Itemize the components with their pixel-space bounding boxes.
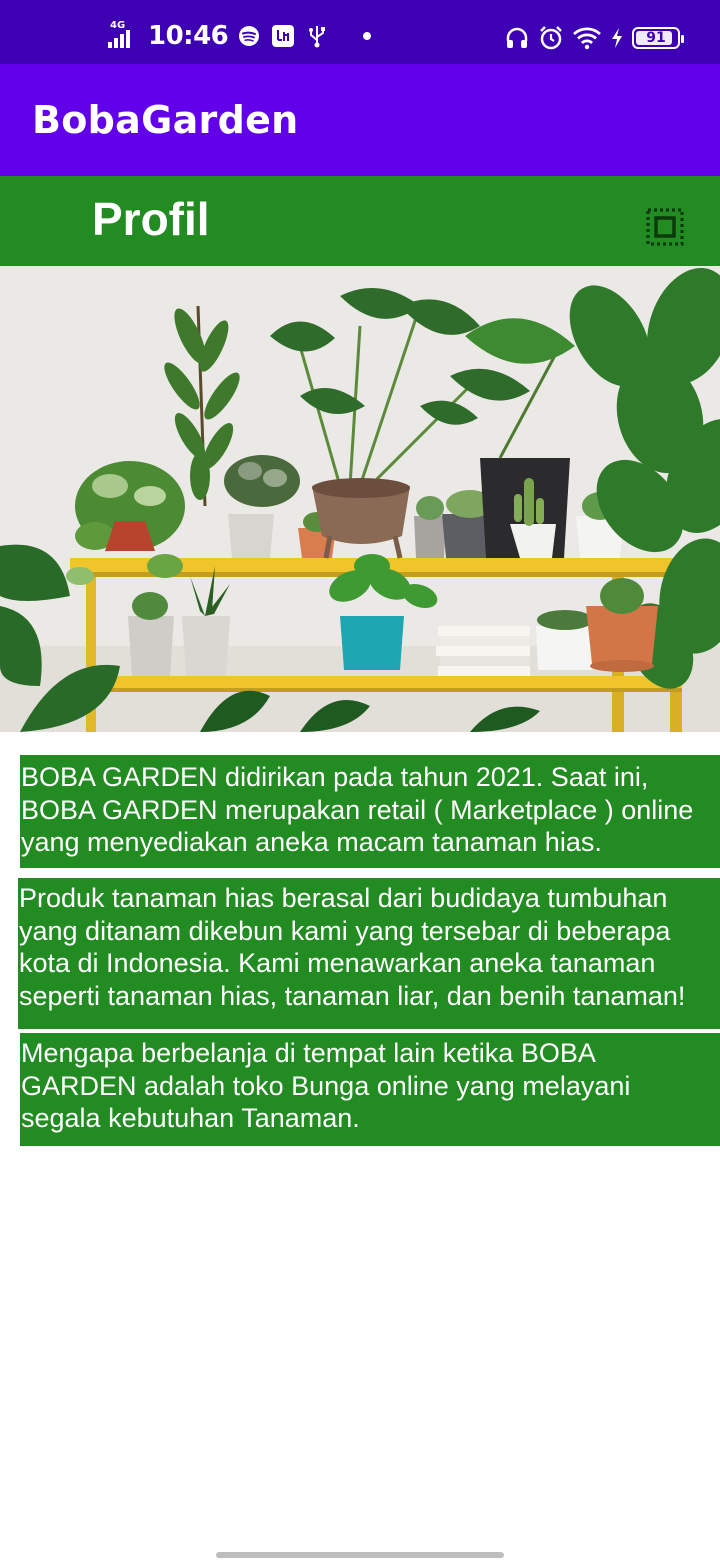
battery-percentage: 91	[646, 30, 666, 46]
battery-icon: 91	[632, 27, 684, 49]
status-time: 10:46	[148, 21, 229, 51]
charging-icon	[610, 25, 624, 51]
about-paragraph-2: Produk tanaman hias berasal dari budiday…	[18, 878, 720, 1029]
headphones-icon	[504, 25, 530, 51]
profile-header: Profil	[0, 176, 720, 266]
plants-on-shelf-photo	[0, 266, 720, 732]
select-all-button[interactable]	[644, 206, 686, 248]
alarm-icon	[538, 25, 564, 51]
home-indicator[interactable]	[216, 1552, 504, 1558]
page-title: Profil	[92, 193, 210, 245]
about-paragraph-1: BOBA GARDEN didirikan pada tahun 2021. S…	[20, 755, 720, 868]
status-bar-left: 4G 10:46	[108, 18, 380, 54]
status-bar-right: 91	[504, 22, 684, 54]
app-title: BobaGarden	[32, 98, 299, 142]
wifi-icon	[572, 25, 602, 51]
spotify-icon	[236, 23, 262, 49]
status-bar: 4G 10:46 91	[0, 0, 720, 64]
app-bar: BobaGarden	[0, 64, 720, 176]
usb-icon	[304, 23, 330, 49]
select-all-icon	[646, 208, 684, 246]
signal-icon: 4G	[108, 20, 140, 50]
dot-icon	[354, 23, 380, 49]
about-paragraph-3: Mengapa berbelanja di tempat lain ketika…	[20, 1033, 720, 1146]
app-icon	[270, 23, 296, 49]
